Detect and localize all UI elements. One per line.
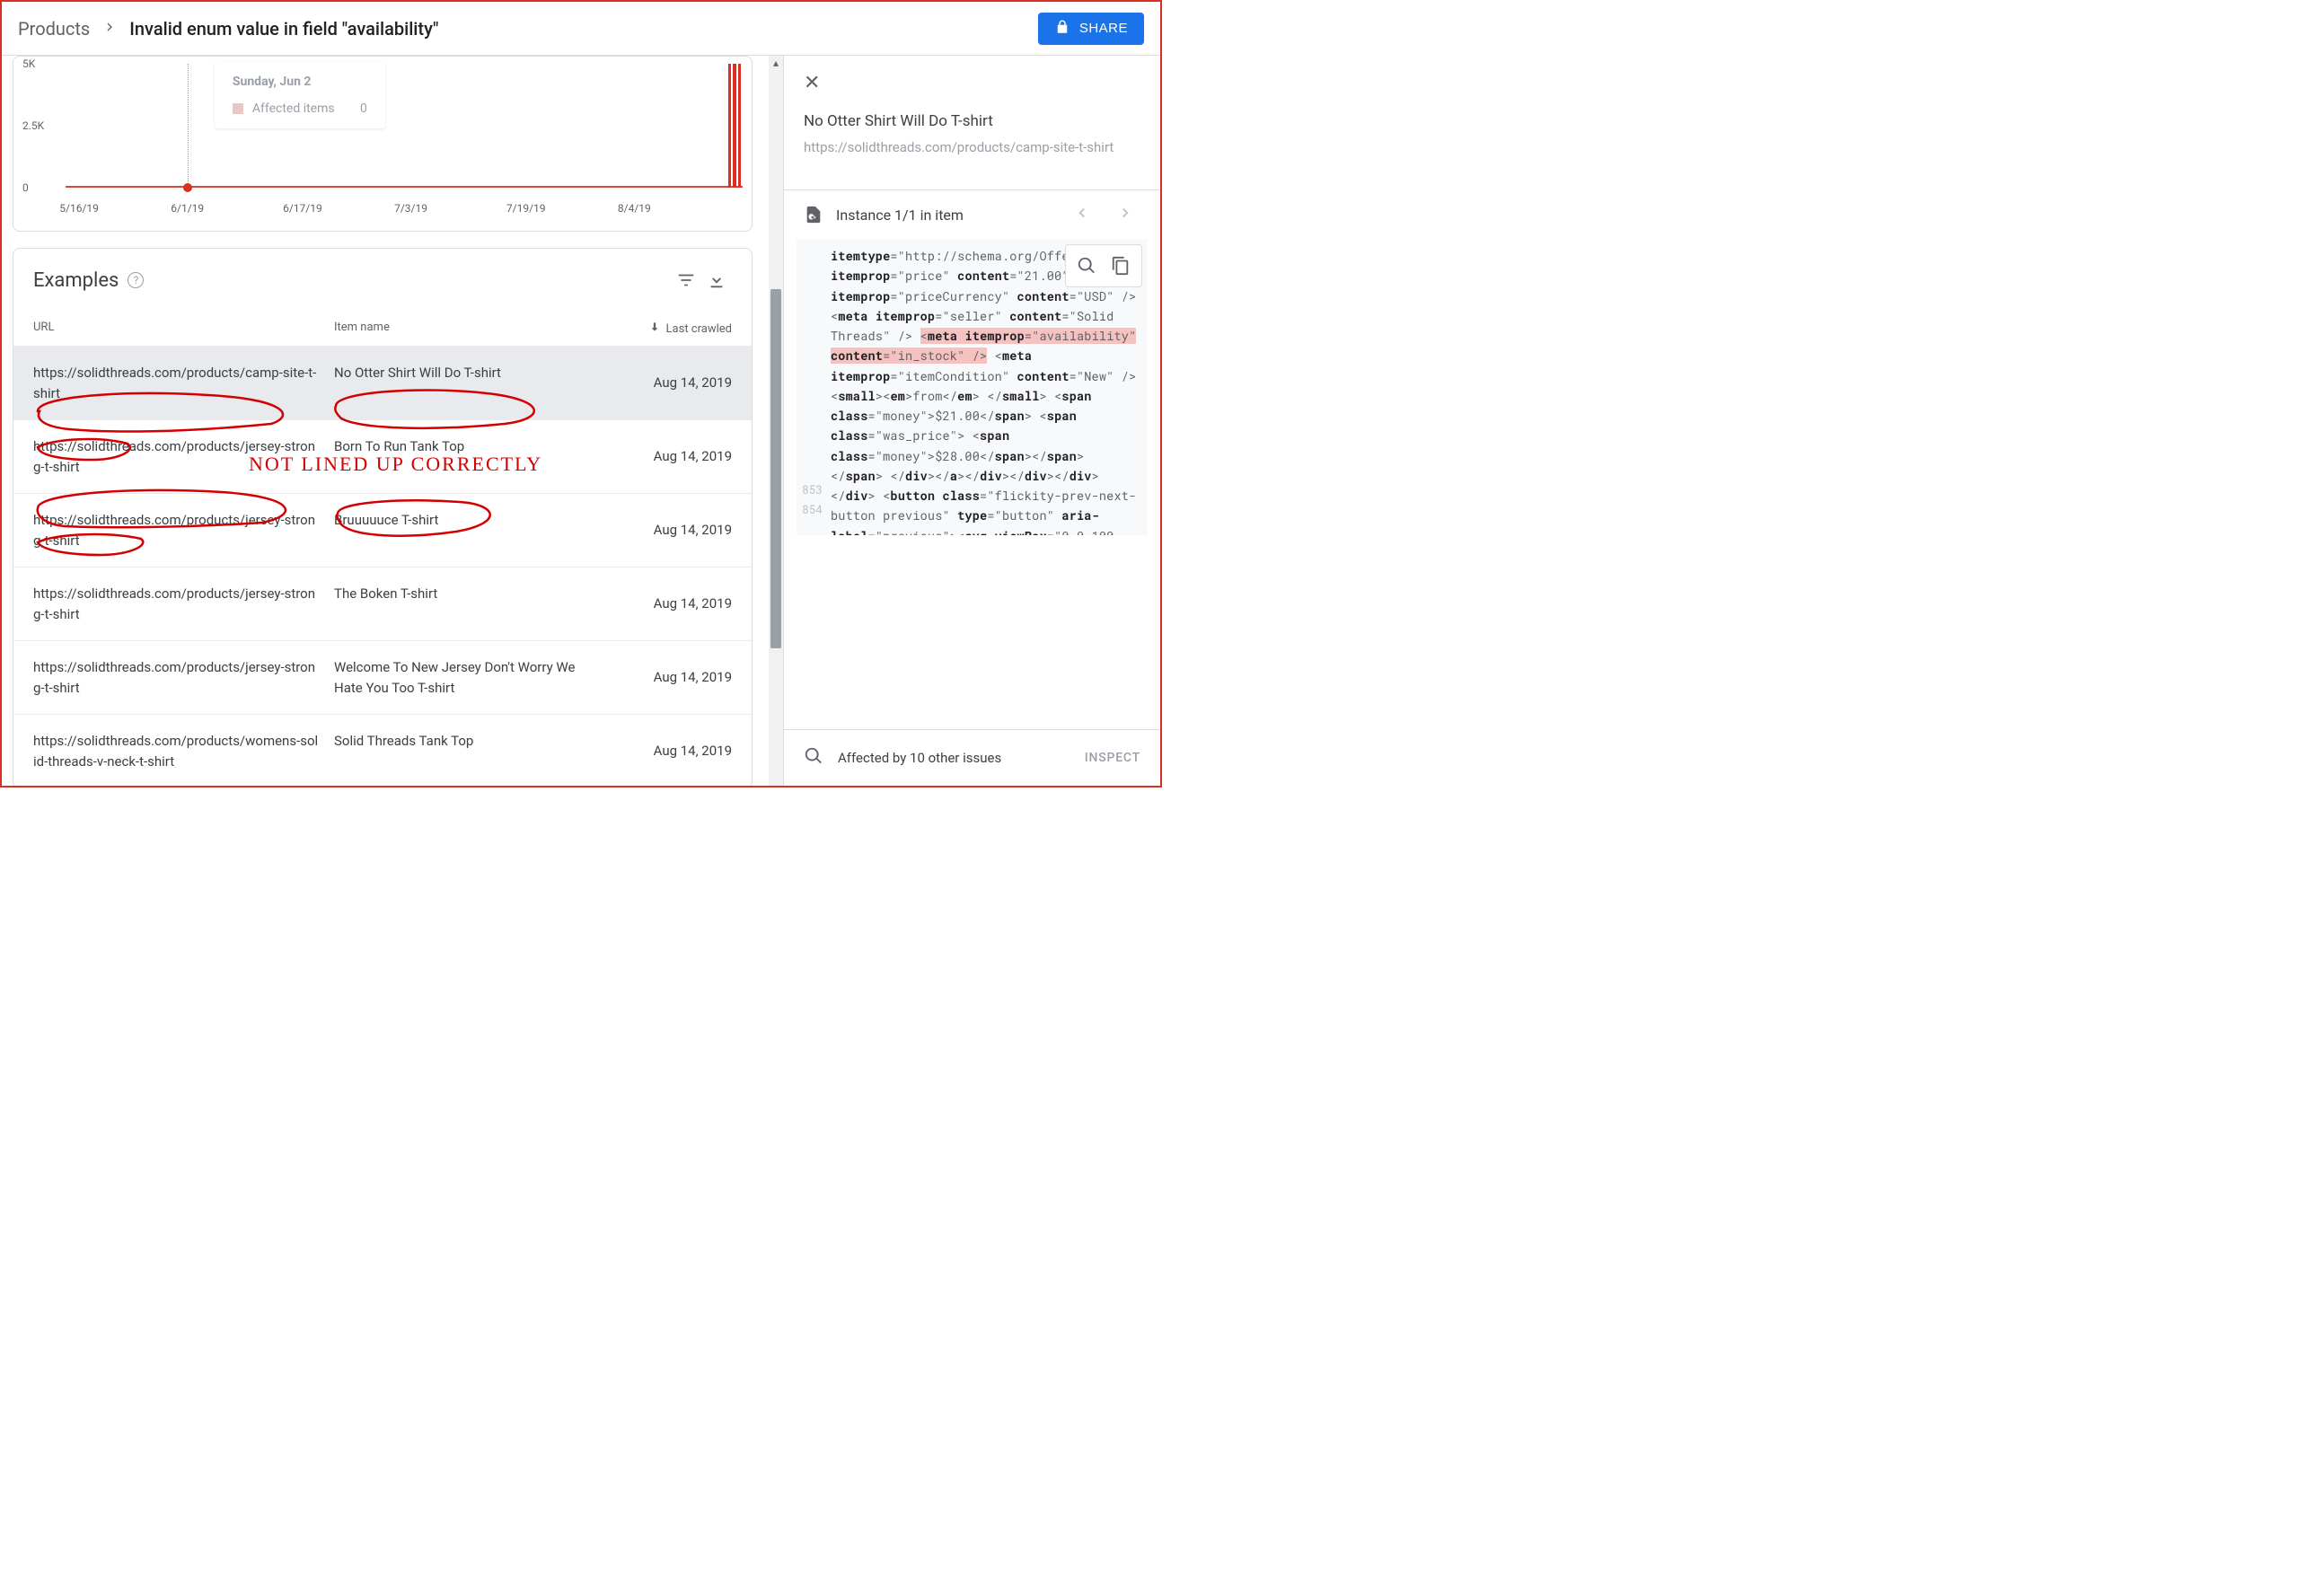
cell-url: https://solidthreads.com/products/jersey… [33,657,334,698]
cell-date: Aug 14, 2019 [606,584,732,624]
help-icon[interactable]: ? [128,272,144,288]
table-row[interactable]: https://solidthreads.com/products/camp-s… [13,346,752,419]
table-body: https://solidthreads.com/products/camp-s… [13,346,752,786]
lock-icon [1054,19,1070,39]
tooltip-metric: Affected items [252,101,335,116]
chart-area[interactable]: 5K 2.5K 0 5/16/19 6/1/19 6/17/19 7/3/19 … [66,64,743,188]
x-tick: 7/3/19 [394,202,427,215]
share-button-label: SHARE [1079,21,1128,36]
cell-item: Solid Threads Tank Top [334,731,606,771]
document-search-icon [804,205,823,224]
search-icon[interactable] [804,746,823,770]
next-instance-icon[interactable] [1110,205,1140,224]
code-snippet[interactable]: itemtype="http://schema.org/Offer"> <met… [797,239,1148,535]
col-header-item[interactable]: Item name [334,321,606,337]
inspect-button[interactable]: INSPECT [1085,751,1140,765]
chart-hover-line [188,64,189,188]
scroll-up-icon[interactable]: ▴ [769,56,783,70]
detail-footer: Affected by 10 other issues INSPECT [784,729,1160,786]
table-row[interactable]: https://solidthreads.com/products/jersey… [13,493,752,567]
cell-date: Aug 14, 2019 [606,363,732,403]
filter-icon[interactable] [671,265,701,295]
prev-instance-icon[interactable] [1067,205,1097,224]
cell-item: Bruuuuuce T-shirt [334,510,606,550]
chart-tooltip: Sunday, Jun 2 Affected items 0 [215,62,385,128]
share-button[interactable]: SHARE [1038,13,1144,45]
chart-bar [728,64,731,188]
cell-date: Aug 14, 2019 [606,657,732,698]
detail-panel: ✕ No Otter Shirt Will Do T-shirt https:/… [783,56,1160,786]
left-pane: 5K 2.5K 0 5/16/19 6/1/19 6/17/19 7/3/19 … [2,56,769,786]
y-tick: 5K [22,57,35,70]
cell-item: The Boken T-shirt [334,584,606,624]
chart-bar [733,64,735,188]
cell-date: Aug 14, 2019 [606,436,732,477]
table-row[interactable]: https://solidthreads.com/products/jersey… [13,567,752,640]
y-tick: 2.5K [22,119,44,132]
copy-icon[interactable] [1104,249,1138,283]
x-axis [66,186,743,188]
cell-url: https://solidthreads.com/products/jersey… [33,584,334,624]
breadcrumb: Products Invalid enum value in field "av… [18,18,438,40]
x-tick: 6/1/19 [171,202,204,215]
cell-item: Born To Run Tank Top [334,436,606,477]
page-header: Products Invalid enum value in field "av… [2,2,1160,56]
code-toolbar [1065,244,1142,287]
chart-hover-dot [183,183,192,192]
cell-item: No Otter Shirt Will Do T-shirt [334,363,606,403]
x-tick: 5/16/19 [59,202,99,215]
chart-bars [728,64,741,188]
table-header: URL Item name Last crawled [13,301,752,346]
tooltip-value: 0 [360,101,367,116]
close-icon[interactable]: ✕ [804,72,820,94]
chevron-right-icon [102,20,117,38]
cell-url: https://solidthreads.com/products/camp-s… [33,363,334,403]
cell-date: Aug 14, 2019 [606,731,732,771]
x-tick: 6/17/19 [283,202,322,215]
y-tick: 0 [22,181,29,194]
search-in-code-icon[interactable] [1070,249,1104,283]
breadcrumb-root[interactable]: Products [18,18,90,40]
examples-title: Examples [33,269,119,292]
cell-date: Aug 14, 2019 [606,510,732,550]
tooltip-swatch [233,103,243,114]
instance-bar: Instance 1/1 in item [784,190,1160,239]
scroll-thumb[interactable] [770,289,781,648]
table-row[interactable]: https://solidthreads.com/products/jersey… [13,419,752,493]
col-header-date[interactable]: Last crawled [606,321,732,337]
col-header-url[interactable]: URL [33,321,334,337]
download-icon[interactable] [701,265,732,295]
detail-title: No Otter Shirt Will Do T-shirt [804,112,1140,130]
examples-card: Examples ? URL Item name Last crawled [13,248,753,786]
instance-label: Instance 1/1 in item [836,207,964,224]
chart-bar [738,64,741,188]
cell-url: https://solidthreads.com/products/jersey… [33,510,334,550]
table-row[interactable]: https://solidthreads.com/products/jersey… [13,640,752,714]
scrollbar[interactable]: ▴ [769,56,783,786]
x-tick: 8/4/19 [618,202,651,215]
cell-item: Welcome To New Jersey Don't Worry We Hat… [334,657,606,698]
x-tick: 7/19/19 [506,202,546,215]
tooltip-date: Sunday, Jun 2 [233,75,367,89]
footer-text: Affected by 10 other issues [838,750,1001,766]
cell-url: https://solidthreads.com/products/womens… [33,731,334,771]
chart-card: 5K 2.5K 0 5/16/19 6/1/19 6/17/19 7/3/19 … [13,56,753,232]
cell-url: https://solidthreads.com/products/jersey… [33,436,334,477]
table-row[interactable]: https://solidthreads.com/products/womens… [13,714,752,786]
sort-arrow-down-icon [648,321,661,337]
breadcrumb-leaf: Invalid enum value in field "availabilit… [129,18,438,40]
detail-url: https://solidthreads.com/products/camp-s… [804,139,1140,155]
